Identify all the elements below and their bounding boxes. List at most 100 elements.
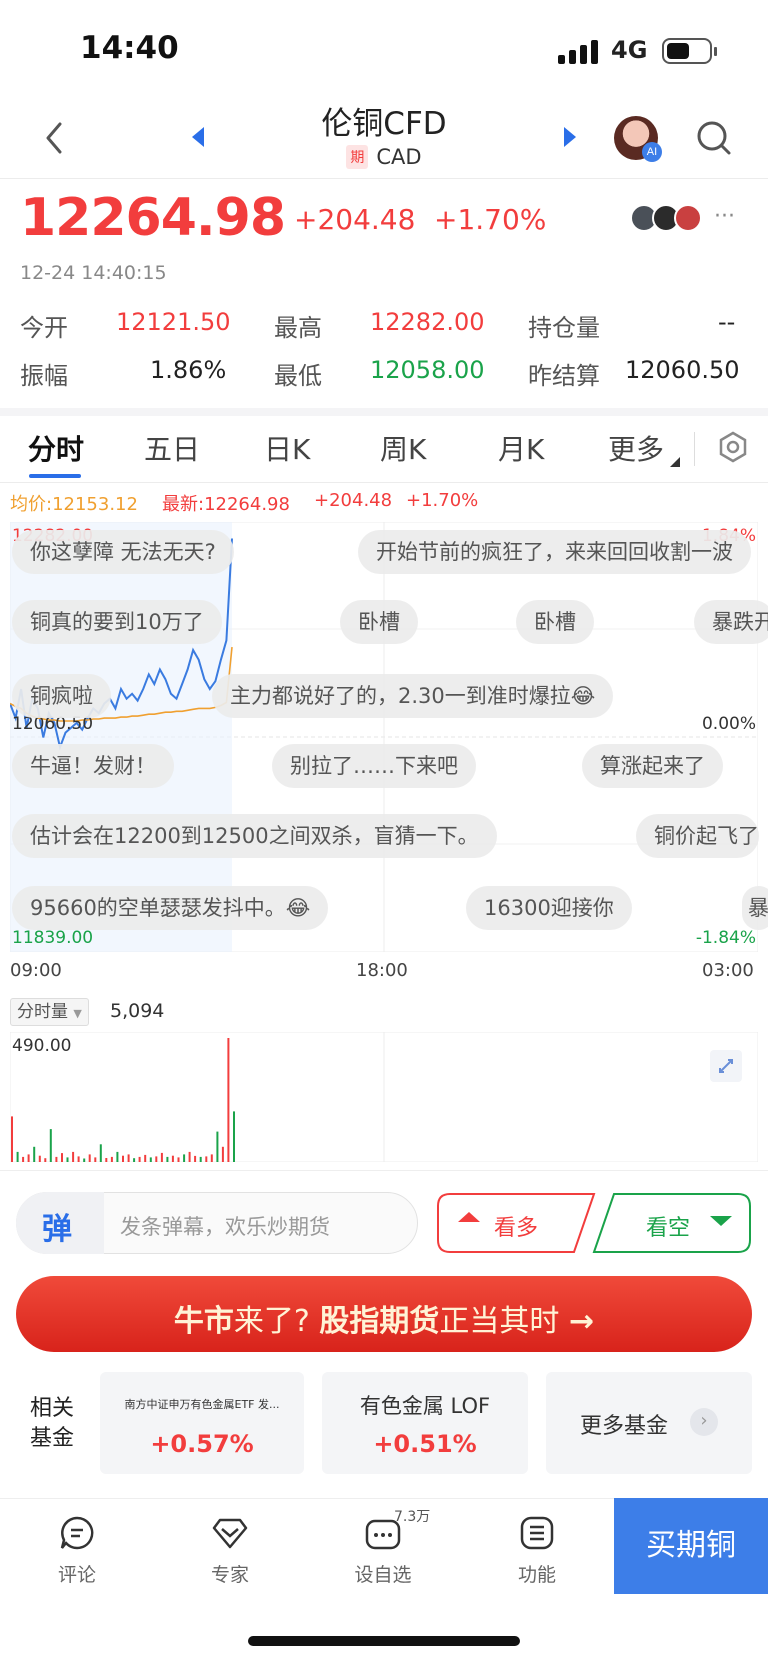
volume-bar: [233, 1111, 235, 1162]
symbol-code: CAD: [376, 145, 422, 169]
high-value: 12282.00: [370, 308, 485, 336]
bottom-watchlist[interactable]: 设自选: [343, 1560, 423, 1587]
danmaku-comment[interactable]: 估计会在12200到12500之间双杀，盲猜一下。: [12, 814, 497, 858]
x-tick: 18:00: [356, 960, 408, 981]
battery-icon: [662, 38, 717, 64]
comment-icon[interactable]: [58, 1514, 96, 1552]
amplitude-label: 振幅: [20, 362, 68, 390]
open-value: 12121.50: [116, 308, 231, 336]
volume-bar: [171, 1155, 174, 1162]
danmaku-comment[interactable]: 牛逼！发财！: [12, 744, 174, 788]
volume-bar: [72, 1151, 75, 1162]
volume-bar: [27, 1154, 30, 1162]
buy-copper-button[interactable]: 买期铜: [614, 1498, 768, 1594]
volume-bar: [83, 1158, 86, 1162]
danmaku-comment[interactable]: 暴跌开: [694, 600, 768, 644]
low-value: 12058.00: [370, 356, 485, 384]
volume-bar: [160, 1152, 163, 1162]
volume-bar: [127, 1154, 130, 1162]
danmaku-comment[interactable]: 别拉了……下来吧: [272, 744, 476, 788]
danmaku-comment[interactable]: 主力都说好了的，2.30一到准时爆拉😂: [212, 674, 614, 718]
tab-daily-k[interactable]: 日K: [264, 428, 310, 468]
volume-bar: [88, 1154, 91, 1162]
volume-type-label: 分时量: [17, 1002, 68, 1022]
fund-change: +0.51%: [373, 1430, 477, 1458]
bull-button[interactable]: 看多: [494, 1210, 538, 1242]
danmaku-comment[interactable]: 卧槽: [516, 600, 594, 644]
bottom-expert[interactable]: 专家: [190, 1560, 270, 1587]
section-gap: [0, 408, 768, 416]
amplitude-value: 1.86%: [150, 356, 227, 384]
danmaku-comment[interactable]: 算涨起来了: [582, 744, 723, 788]
banner-part: 正当其时: [439, 1304, 560, 1339]
tab-monthly-k[interactable]: 月K: [498, 428, 544, 468]
open-label: 今开: [20, 314, 68, 342]
volume-bar: [77, 1156, 80, 1162]
price-change: +204.48: [294, 203, 416, 236]
open-interest-label: 持仓量: [528, 314, 600, 342]
tab-five-day[interactable]: 五日: [144, 428, 200, 468]
danmaku-placeholder[interactable]: 发条弹幕，欢乐炒期货: [120, 1211, 330, 1241]
volume-bar: [199, 1156, 202, 1162]
danmaku-comment[interactable]: 暴: [742, 886, 768, 930]
danmaku-comment[interactable]: 你这孽障 无法无天?: [12, 530, 234, 574]
danmaku-comment[interactable]: 95660的空单瑟瑟发抖中。😂: [12, 886, 329, 930]
volume-bar: [221, 1146, 224, 1162]
network-type: 4G: [611, 36, 648, 64]
danmaku-comment[interactable]: 16300迎接你: [466, 886, 632, 930]
functions-icon[interactable]: [518, 1514, 556, 1552]
latest-change: +204.48: [314, 490, 393, 511]
chevron-right-icon: ›: [690, 1408, 718, 1436]
search-icon[interactable]: [694, 118, 734, 158]
followers-avatars[interactable]: [630, 204, 708, 234]
fund-card[interactable]: 有色金属 LOF +0.51%: [322, 1372, 528, 1474]
danmaku-comment[interactable]: 铜价起飞了: [636, 814, 759, 858]
volume-bar: [177, 1157, 180, 1162]
pct-tick-bottom: -1.84%: [695, 928, 756, 948]
banner-part: 股指期货: [319, 1304, 440, 1339]
bottom-comment[interactable]: 评论: [37, 1560, 117, 1587]
volume-max: 490.00: [12, 1036, 72, 1056]
last-price: 12264.98: [20, 188, 286, 248]
danmaku-comment[interactable]: 开始节前的疯狂了，来来回回收割一波: [358, 530, 751, 574]
volume-chart[interactable]: [10, 1032, 758, 1162]
bottom-functions[interactable]: 功能: [497, 1560, 577, 1587]
volume-bar: [99, 1144, 102, 1162]
settings-icon[interactable]: [716, 430, 750, 464]
volume-bar: [33, 1146, 36, 1162]
prev-settle-value: 12060.50: [625, 356, 740, 384]
promo-banner-text[interactable]: 牛市来了? 股指期货正当其时 →: [16, 1296, 752, 1340]
volume-bar: [38, 1155, 41, 1162]
x-tick: 09:00: [10, 960, 62, 981]
next-contract-icon[interactable]: [560, 124, 580, 150]
related-funds-label: 相关基金: [30, 1396, 75, 1451]
fund-name: 有色金属 LOF: [359, 1394, 491, 1418]
volume-bar: [122, 1155, 124, 1162]
tab-weekly-k[interactable]: 周K: [380, 428, 426, 468]
danmaku-comment[interactable]: 卧槽: [340, 600, 418, 644]
status-time: 14:40: [80, 30, 179, 66]
volume-bar: [188, 1151, 191, 1162]
danmaku-comment[interactable]: 铜真的要到10万了: [12, 600, 222, 644]
volume-total: 5,094: [110, 1000, 165, 1022]
bear-button[interactable]: 看空: [646, 1210, 690, 1242]
ai-avatar[interactable]: AI: [614, 116, 662, 162]
volume-type-select[interactable]: 分时量 ▼: [10, 998, 89, 1026]
fund-card[interactable]: 南方中证申万有色金属ETF 发... +0.57%: [100, 1372, 304, 1474]
tab-intraday[interactable]: 分时: [28, 428, 84, 468]
danmaku-comment[interactable]: 铜疯啦: [12, 674, 111, 718]
volume-bar: [49, 1129, 52, 1162]
fullscreen-icon[interactable]: [710, 1050, 742, 1082]
volume-bar: [205, 1156, 208, 1162]
prev-settle-label: 昨结算: [528, 362, 600, 390]
more-dropdown-icon[interactable]: [670, 452, 680, 467]
pct-tick-mid: 0.00%: [701, 714, 756, 734]
more-funds-card[interactable]: 更多基金 ›: [546, 1372, 752, 1474]
volume-bar: [216, 1131, 219, 1162]
volume-divider: [0, 1170, 768, 1171]
tab-more[interactable]: 更多: [608, 428, 664, 468]
expert-icon[interactable]: [211, 1514, 249, 1552]
more-icon[interactable]: ···: [714, 204, 735, 229]
volume-bar: [11, 1116, 13, 1162]
ai-badge: AI: [642, 142, 662, 162]
